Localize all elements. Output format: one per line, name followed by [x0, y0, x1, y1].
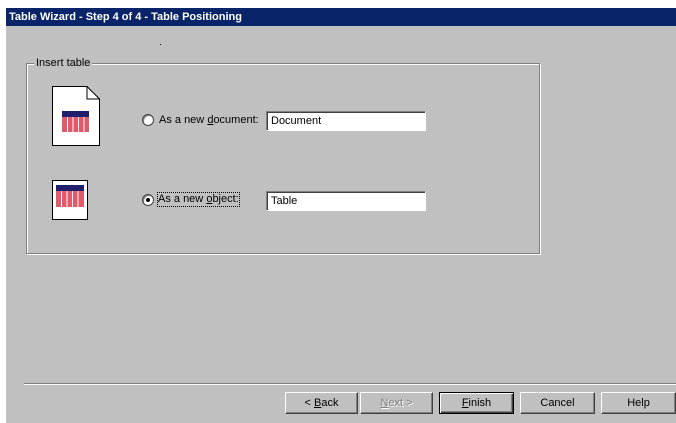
stray-pixel [160, 44, 161, 45]
object-name-input[interactable] [266, 191, 426, 211]
help-button[interactable]: Help [601, 392, 676, 414]
button-separator [24, 383, 676, 385]
embedded-table-object-icon [52, 180, 88, 220]
document-name-input[interactable] [266, 111, 426, 131]
new-object-label[interactable]: As a new object: [157, 192, 240, 207]
new-document-radio[interactable] [142, 114, 154, 126]
window-title: Table Wizard - Step 4 of 4 - Table Posit… [9, 11, 242, 23]
insert-table-groupbox [26, 63, 540, 254]
cancel-button[interactable]: Cancel [520, 392, 595, 414]
table-wizard-dialog: Table Wizard - Step 4 of 4 - Table Posit… [6, 8, 676, 423]
next-button[interactable]: Next > [360, 392, 433, 414]
radio-selected-dot [146, 198, 150, 202]
new-document-label[interactable]: As a new document: [159, 114, 259, 127]
new-object-radio[interactable] [142, 194, 154, 206]
finish-button[interactable]: Finish [439, 392, 514, 414]
title-bar[interactable]: Table Wizard - Step 4 of 4 - Table Posit… [6, 8, 676, 26]
back-button[interactable]: < Back [285, 392, 358, 414]
insert-table-group-label: Insert table [34, 57, 93, 69]
new-document-table-icon [52, 86, 100, 146]
